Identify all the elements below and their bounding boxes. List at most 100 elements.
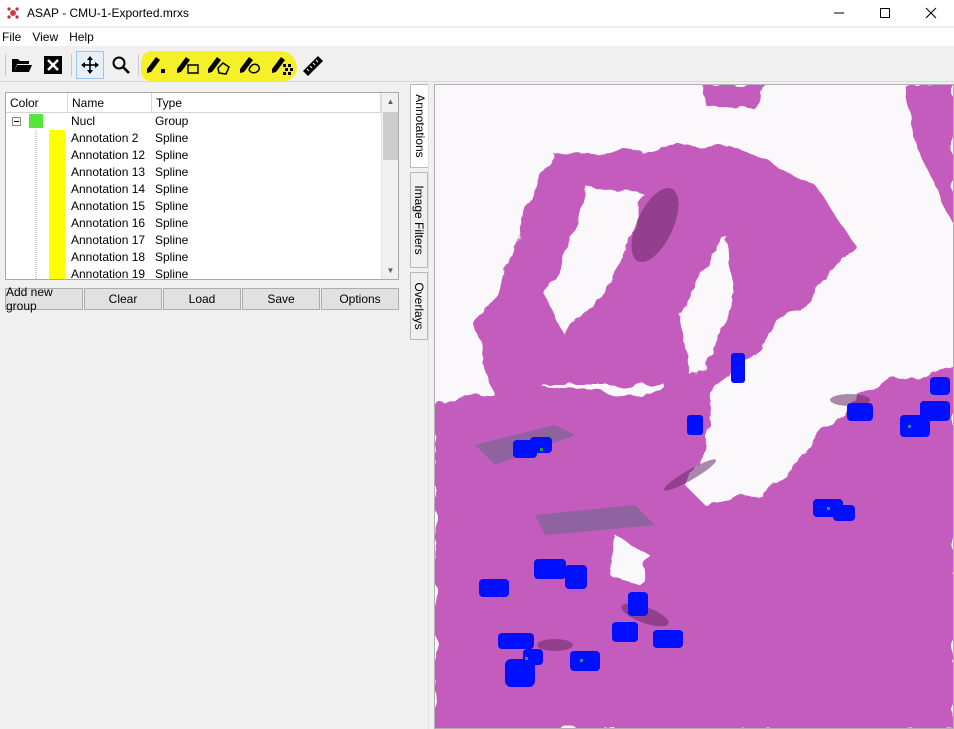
annotation-row[interactable]: Annotation 18 Spline [6, 249, 398, 266]
polygon-annotation-icon [208, 57, 230, 75]
menu-view[interactable]: View [30, 30, 60, 44]
menu-file[interactable]: File [0, 30, 23, 44]
rectangle-annotation-button[interactable] [173, 51, 201, 79]
annotation-type: Spline [155, 216, 189, 230]
annotation-name: Annotation 16 [71, 216, 146, 230]
rectangle-annotation-icon [177, 57, 199, 74]
close-file-icon [44, 56, 62, 74]
pan-icon [81, 56, 99, 74]
close-window-button[interactable] [908, 0, 954, 26]
vertical-scrollbar[interactable]: ▲ ▼ [381, 93, 398, 279]
tab-image-filters-label: Image Filters [412, 185, 426, 255]
collapse-icon [12, 117, 21, 126]
annotation-row[interactable]: Annotation 12 Spline [6, 147, 398, 164]
save-button[interactable]: Save [242, 288, 320, 310]
tree-body: Nucl Group Annotation 2 Spline Annotation … [6, 113, 398, 280]
toolbar-separator [5, 54, 6, 76]
annotation-row[interactable]: Annotation 16 Spline [6, 215, 398, 232]
scroll-down-arrow[interactable]: ▼ [382, 262, 398, 279]
annotation-row[interactable]: Annotation 2 Spline [6, 130, 398, 147]
group-type: Group [155, 114, 189, 128]
open-file-button[interactable] [8, 51, 36, 79]
annotation-name: Annotation 15 [71, 199, 146, 213]
zoom-tool-button[interactable] [107, 51, 135, 79]
window-title: ASAP - CMU-1-Exported.mrxs [27, 6, 189, 20]
scrollbar-thumb[interactable] [383, 112, 398, 160]
close-file-button[interactable] [39, 51, 67, 79]
annotation-color-swatch[interactable] [49, 130, 65, 147]
ruler-icon [303, 56, 323, 76]
tab-overlays[interactable]: Overlays [410, 272, 428, 340]
polygon-annotation-button[interactable] [204, 51, 232, 79]
ruler-button[interactable] [299, 51, 327, 79]
annotation-color-swatch[interactable] [49, 198, 65, 215]
annotation-name: Annotation 18 [71, 250, 146, 264]
annotation-row[interactable]: Annotation 13 Spline [6, 164, 398, 181]
menu-help[interactable]: Help [67, 30, 96, 44]
toolbar-separator [71, 54, 72, 76]
open-folder-icon [12, 59, 32, 72]
annotation-color-swatch[interactable] [49, 215, 65, 232]
column-type-header[interactable]: Type [152, 93, 381, 113]
tab-overlays-label: Overlays [412, 282, 426, 330]
scroll-up-arrow[interactable]: ▲ [382, 93, 398, 110]
options-button[interactable]: Options [321, 288, 399, 310]
annotation-color-swatch[interactable] [49, 266, 65, 279]
minimize-icon [834, 12, 844, 14]
annotation-color-swatch[interactable] [49, 164, 65, 181]
pointset-annotation-icon [272, 57, 293, 75]
annotation-row[interactable]: Annotation 15 Spline [6, 198, 398, 215]
group-color-swatch[interactable] [29, 114, 43, 128]
maximize-icon [880, 8, 890, 18]
annotation-type: Spline [155, 165, 189, 179]
tab-annotations[interactable]: Annotations [410, 84, 428, 168]
menu-bar: File View Help [0, 28, 954, 46]
annotation-name: Annotation 19 [71, 267, 146, 280]
annotation-type: Spline [155, 131, 189, 145]
annotation-row[interactable]: Annotation 19 Spline [6, 266, 398, 280]
spline-annotation-icon [240, 57, 261, 74]
annotation-color-swatch[interactable] [49, 147, 65, 164]
annotation-name: Annotation 2 [71, 131, 139, 145]
annotation-type: Spline [155, 267, 189, 280]
annotation-name: Annotation 14 [71, 182, 146, 196]
tree-header: Color Name Type [6, 93, 398, 113]
asap-logo-icon [7, 7, 19, 19]
annotation-type: Spline [155, 182, 189, 196]
annotation-type: Spline [155, 233, 189, 247]
annotation-name: Annotation 13 [71, 165, 146, 179]
minimize-button[interactable] [816, 0, 862, 26]
column-color-header[interactable]: Color [6, 93, 68, 113]
annotation-type: Spline [155, 199, 189, 213]
annotation-color-swatch[interactable] [49, 181, 65, 198]
pan-tool-button[interactable] [76, 51, 104, 79]
annotation-type: Spline [155, 148, 189, 162]
tab-image-filters[interactable]: Image Filters [410, 172, 428, 268]
group-row[interactable]: Nucl Group [6, 113, 398, 130]
slide-viewer[interactable] [434, 84, 954, 729]
annotation-row[interactable]: Annotation 14 Spline [6, 181, 398, 198]
annotation-name: Annotation 12 [71, 148, 146, 162]
zoom-icon [112, 56, 130, 74]
annotation-color-swatch[interactable] [49, 249, 65, 266]
toolbar-separator [138, 54, 139, 76]
pointset-annotation-button[interactable] [268, 51, 296, 79]
annotation-buttons: Add new group Clear Load Save Options [5, 285, 400, 313]
group-name: Nucl [71, 114, 96, 128]
dot-annotation-icon [147, 57, 165, 73]
annotations-tree: Color Name Type Nucl Group Annotation 2 S… [5, 92, 399, 280]
column-name-header[interactable]: Name [68, 93, 152, 113]
dot-annotation-button[interactable] [142, 51, 170, 79]
spline-annotation-button[interactable] [236, 51, 264, 79]
add-new-group-button[interactable]: Add new group [5, 285, 83, 313]
annotation-name: Annotation 17 [71, 233, 146, 247]
tab-annotations-label: Annotations [412, 94, 427, 158]
load-button[interactable]: Load [163, 288, 241, 310]
tree-branch-lines [35, 130, 37, 279]
annotation-row[interactable]: Annotation 17 Spline [6, 232, 398, 249]
annotation-type: Spline [155, 250, 189, 264]
close-icon [925, 7, 937, 19]
clear-button[interactable]: Clear [84, 288, 162, 310]
annotation-color-swatch[interactable] [49, 232, 65, 249]
maximize-button[interactable] [862, 0, 908, 26]
